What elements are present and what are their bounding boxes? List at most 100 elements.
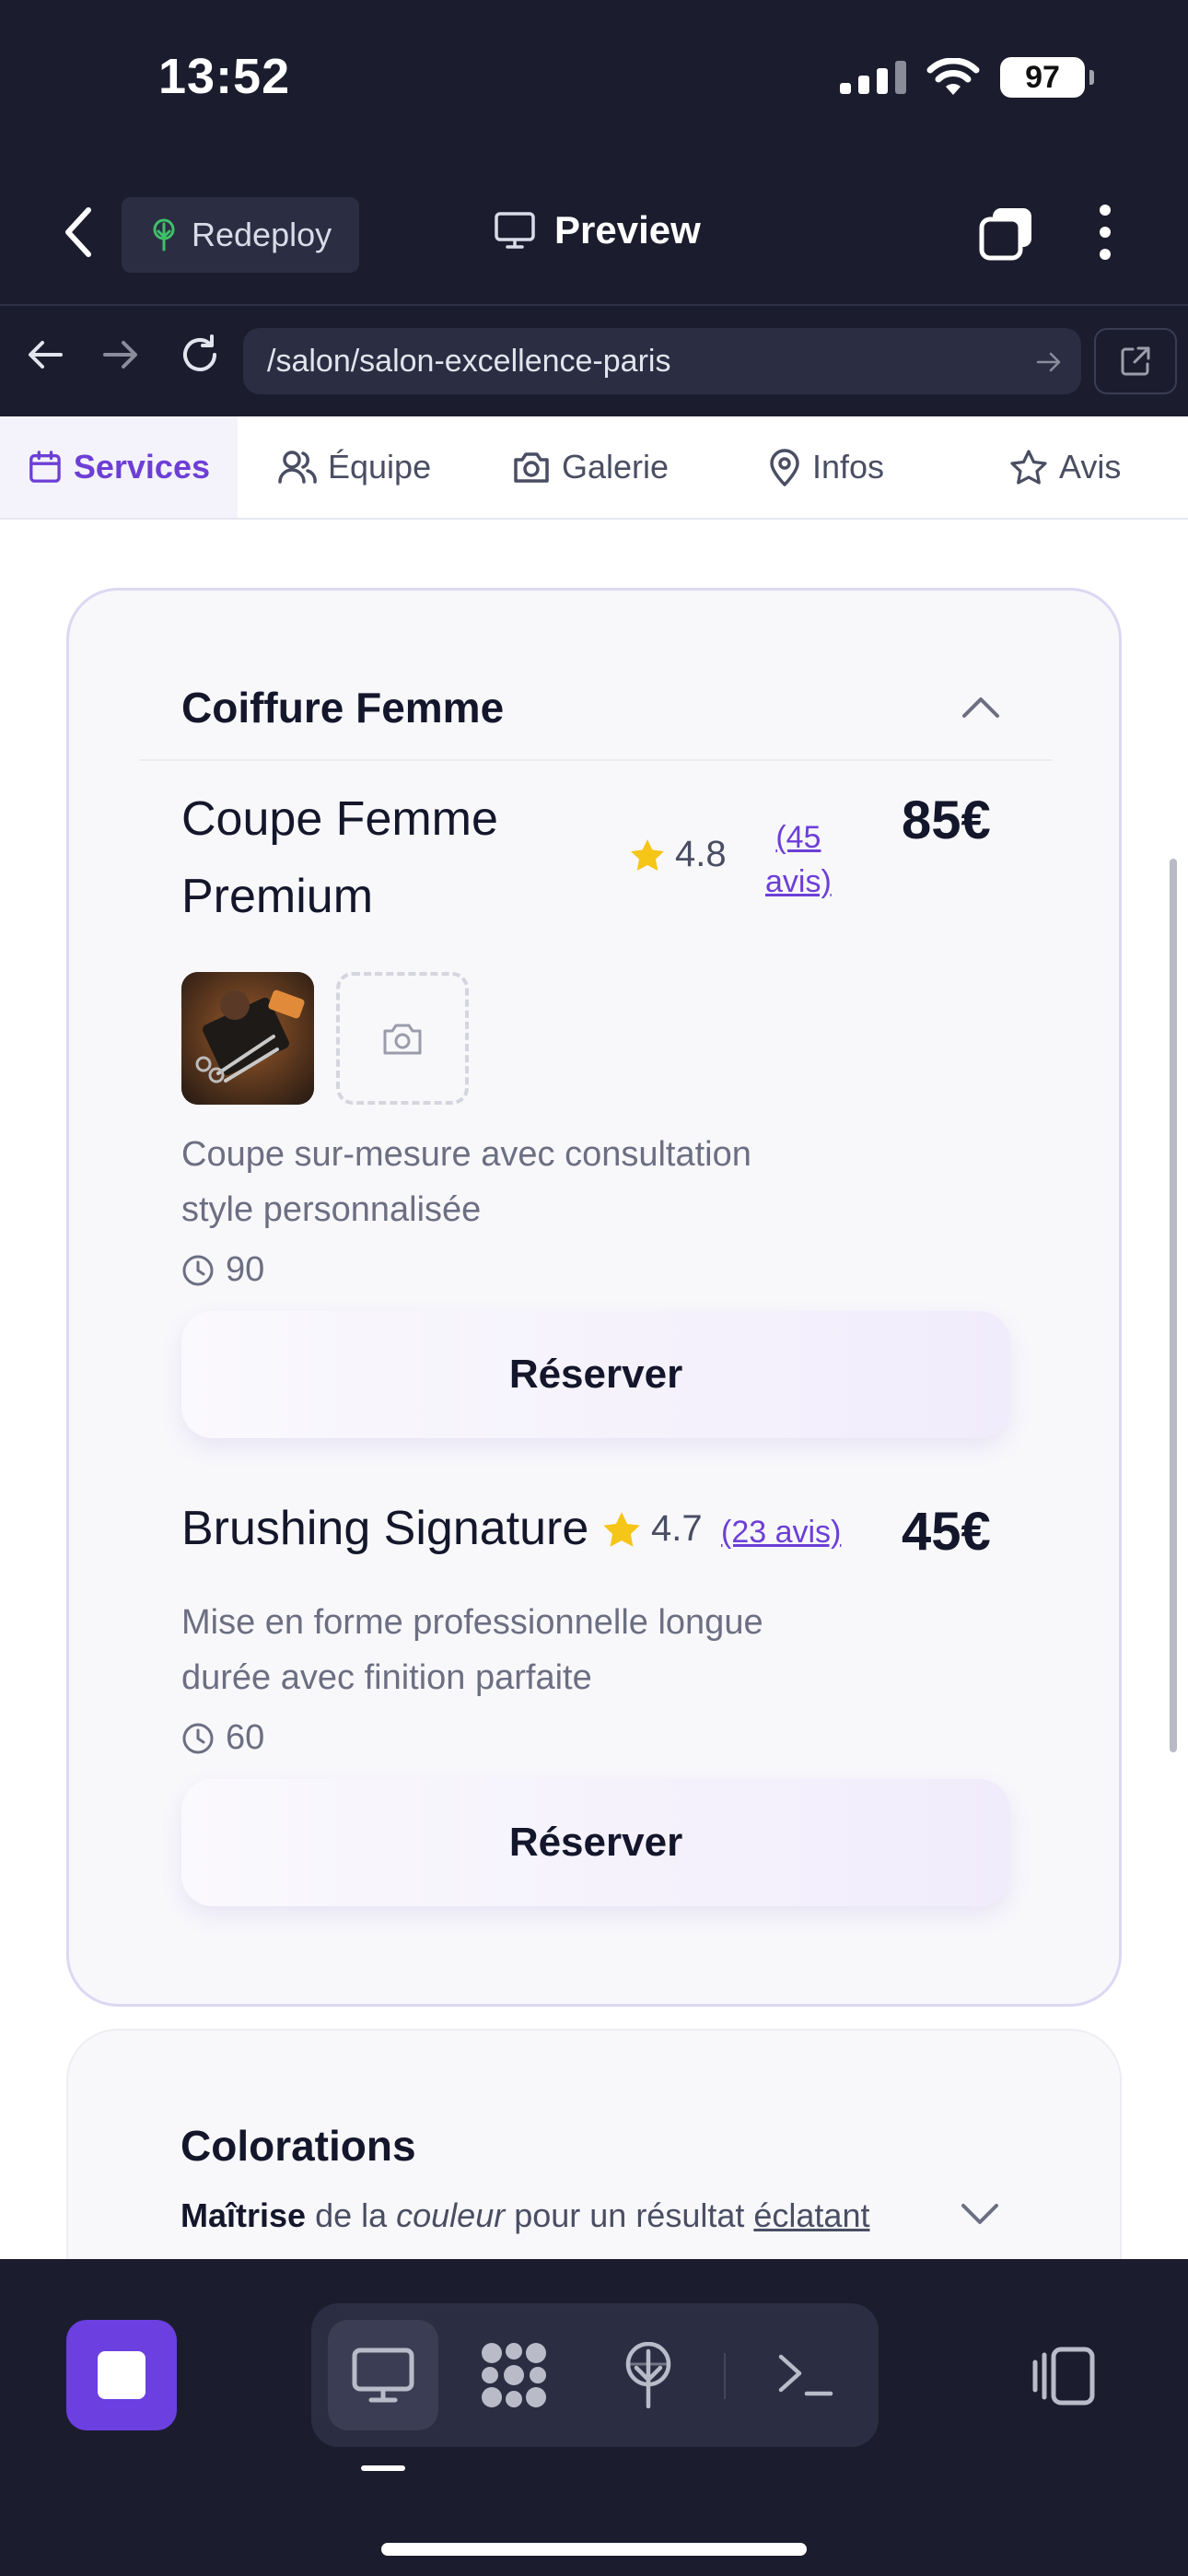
active-tool-indicator	[361, 2465, 405, 2471]
book-button[interactable]: Réserver	[181, 1779, 1010, 1906]
status-icons: 97	[840, 57, 1094, 98]
tab-services[interactable]: Services	[0, 416, 238, 518]
description-line: Mise en forme professionnelle longue	[181, 1603, 763, 1642]
header-divider	[0, 304, 1188, 306]
description-line: durée avec finition parfaite	[181, 1658, 592, 1697]
tab-services-label: Services	[73, 448, 210, 486]
wifi-icon	[926, 58, 980, 95]
url-field[interactable]: /salon/salon-excellence-paris	[243, 328, 1081, 394]
home-indicator[interactable]	[381, 2543, 807, 2556]
service-description: Mise en forme professionnelle longue dur…	[181, 1595, 763, 1705]
preview-label: Preview	[554, 208, 701, 252]
category-title: Coiffure Femme	[181, 684, 505, 732]
map-pin-icon	[770, 449, 799, 486]
url-text: /salon/salon-excellence-paris	[267, 343, 671, 379]
category-title: Colorations	[181, 2122, 416, 2170]
reviews-link-line: avis)	[765, 864, 832, 899]
category-divider	[139, 759, 1053, 761]
star-filled-icon	[603, 1511, 640, 1547]
tool-deploy[interactable]	[593, 2320, 704, 2430]
barber-tools-photo	[181, 972, 314, 1105]
tool-switcher	[311, 2303, 879, 2447]
battery-indicator: 97	[1000, 57, 1094, 98]
toolbar-separator	[724, 2353, 726, 2399]
monitor-icon	[495, 212, 535, 249]
camera-icon	[383, 1024, 422, 1055]
preview-title: Preview	[494, 208, 701, 252]
clock-icon	[182, 1723, 214, 1753]
tabs-switcher-icon[interactable]	[978, 205, 1035, 262]
tool-preview[interactable]	[328, 2320, 438, 2430]
service-photo[interactable]	[181, 972, 314, 1105]
camera-icon	[514, 452, 549, 483]
browser-back-icon[interactable]	[26, 335, 64, 374]
browser-forward-icon[interactable]	[101, 335, 140, 374]
external-link-icon	[1121, 346, 1150, 376]
tab-avis[interactable]: Avis	[1009, 416, 1121, 518]
rating-value: 4.7	[651, 1508, 703, 1549]
tab-infos[interactable]: Infos	[768, 416, 884, 518]
category-card-colorations[interactable]: Colorations Maîtrise de la couleur pour …	[66, 2029, 1122, 2259]
section-tabs: Services Équipe Galerie Infos Avis	[0, 416, 1188, 520]
users-icon	[278, 451, 317, 484]
chevron-up-icon[interactable]	[961, 694, 1001, 720]
stop-icon	[98, 2351, 146, 2399]
tab-galerie-label: Galerie	[562, 448, 670, 486]
subtitle-text: de la	[306, 2196, 397, 2234]
reviews-link[interactable]: (23 avis)	[721, 1510, 841, 1554]
subtitle-bold: Maîtrise	[181, 2196, 307, 2234]
service-price: 85€	[902, 790, 991, 850]
service-name: Brushing Signature	[181, 1502, 589, 1555]
reviews-link[interactable]: (45 avis)	[765, 815, 832, 904]
duration-value: 90	[226, 1250, 265, 1289]
tab-equipe[interactable]: Équipe	[278, 416, 431, 518]
redeploy-button[interactable]: Redeploy	[122, 197, 360, 273]
reload-icon[interactable]	[179, 334, 221, 376]
description-line: Coupe sur-mesure avec consultation	[181, 1135, 751, 1174]
star-filled-icon	[631, 838, 664, 871]
redeploy-label: Redeploy	[192, 216, 332, 253]
terminal-icon	[778, 2354, 833, 2396]
subtitle-italic: couleur	[396, 2196, 506, 2234]
category-card-coiffure-femme: Coiffure Femme Coupe Femme Premium 4.8 (…	[66, 588, 1122, 2007]
book-button[interactable]: Réserver	[181, 1311, 1010, 1438]
apps-grid-icon	[482, 2343, 546, 2407]
service-rating: 4.8	[629, 834, 727, 875]
clock-icon	[182, 1255, 214, 1285]
service-description: Coupe sur-mesure avec consultation style…	[181, 1127, 751, 1237]
device-frame-icon[interactable]	[1031, 2346, 1098, 2406]
cellular-signal-icon	[840, 61, 906, 94]
reviews-link-line: (45	[775, 820, 821, 855]
category-subtitle: Maîtrise de la couleur pour un résultat …	[181, 2196, 869, 2235]
status-time: 13:52	[158, 49, 291, 104]
tool-terminal[interactable]	[750, 2320, 860, 2430]
url-go-arrow-icon[interactable]	[1035, 348, 1063, 376]
tab-infos-label: Infos	[812, 448, 885, 486]
service-name-line: Coupe Femme	[181, 792, 498, 846]
description-line: style personnalisée	[181, 1190, 482, 1229]
rating-value: 4.8	[675, 834, 727, 874]
open-external-button[interactable]	[1094, 328, 1177, 394]
deploy-tree-icon	[153, 218, 175, 252]
subtitle-text: pour un résultat	[505, 2196, 754, 2234]
service-duration: 90	[181, 1250, 264, 1290]
chevron-down-icon[interactable]	[960, 2202, 1000, 2228]
duration-value: 60	[226, 1718, 265, 1757]
deploy-tree-icon	[625, 2342, 671, 2408]
tool-apps[interactable]	[459, 2320, 569, 2430]
back-chevron-icon[interactable]	[55, 205, 101, 260]
scrollbar[interactable]	[1170, 859, 1177, 1752]
more-options-icon[interactable]	[1089, 203, 1122, 262]
add-photo-button[interactable]	[336, 972, 469, 1105]
tab-galerie[interactable]: Galerie	[512, 416, 669, 518]
tab-avis-label: Avis	[1059, 448, 1122, 486]
tab-equipe-label: Équipe	[328, 448, 432, 486]
service-price: 45€	[902, 1502, 991, 1562]
service-name: Coupe Femme Premium	[181, 780, 498, 935]
service-rating: 4.7	[601, 1508, 703, 1550]
star-outline-icon	[1010, 450, 1047, 485]
monitor-icon	[352, 2348, 414, 2403]
stop-button[interactable]	[66, 2320, 177, 2430]
calendar-icon	[29, 451, 61, 483]
subtitle-underline: éclatant	[753, 2196, 870, 2234]
